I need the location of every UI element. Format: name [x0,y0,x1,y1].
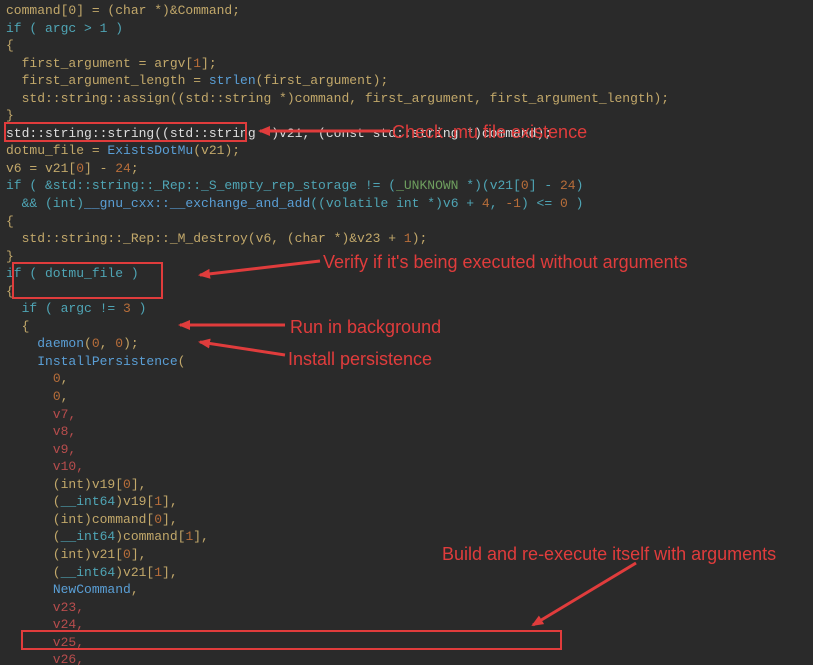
code-line: std::string::_Rep::_M_destroy(v6, (char … [6,231,427,246]
code-line: if ( &std::string::_Rep::_S_empty_rep_st… [6,178,583,193]
code-line: v9, [6,442,76,457]
code-viewport: command[0] = (char *)&Command; if ( argc… [0,0,813,665]
code-line: (__int64)command[1], [6,529,209,544]
code-line: if ( dotmu_file ) [6,266,139,281]
code-line: { [6,214,14,229]
code-line: (__int64)v19[1], [6,494,178,509]
code-line: first_argument = argv[1]; [6,56,217,71]
code-line: (int)command[0], [6,512,178,527]
code-line: NewCommand, [6,582,139,597]
code-line: (int)v21[0], [6,547,146,562]
code-line: v6 = v21[0] - 24; [6,161,139,176]
code-line: std::string::string((std::string *)v21, … [6,126,552,141]
code-line: v7, [6,407,76,422]
code-block: command[0] = (char *)&Command; if ( argc… [0,0,813,665]
code-line: InstallPersistence( [6,354,185,369]
code-line: v25, [6,635,84,650]
code-line: (__int64)v21[1], [6,565,178,580]
code-line: } [6,249,14,264]
code-line: dotmu_file = ExistsDotMu(v21); [6,143,240,158]
code-line: v10, [6,459,84,474]
code-line: (int)v19[0], [6,477,146,492]
code-line: std::string::assign((std::string *)comma… [6,91,669,106]
code-line: 0, [6,389,68,404]
code-line: first_argument_length = strlen(first_arg… [6,73,388,88]
code-line: command[0] = (char *)&Command; [6,3,240,18]
code-line: v24, [6,617,84,632]
code-line: v23, [6,600,84,615]
code-line: daemon(0, 0); [6,336,139,351]
code-line: 0, [6,371,68,386]
code-line: } [6,108,14,123]
code-line: && (int)__gnu_cxx::__exchange_and_add((v… [6,196,583,211]
code-line: v8, [6,424,76,439]
code-line: { [6,284,14,299]
code-line: v26, [6,652,84,665]
code-line: { [6,38,14,53]
code-line: if ( argc > 1 ) [6,21,123,36]
code-line: { [6,319,29,334]
code-line: if ( argc != 3 ) [6,301,146,316]
